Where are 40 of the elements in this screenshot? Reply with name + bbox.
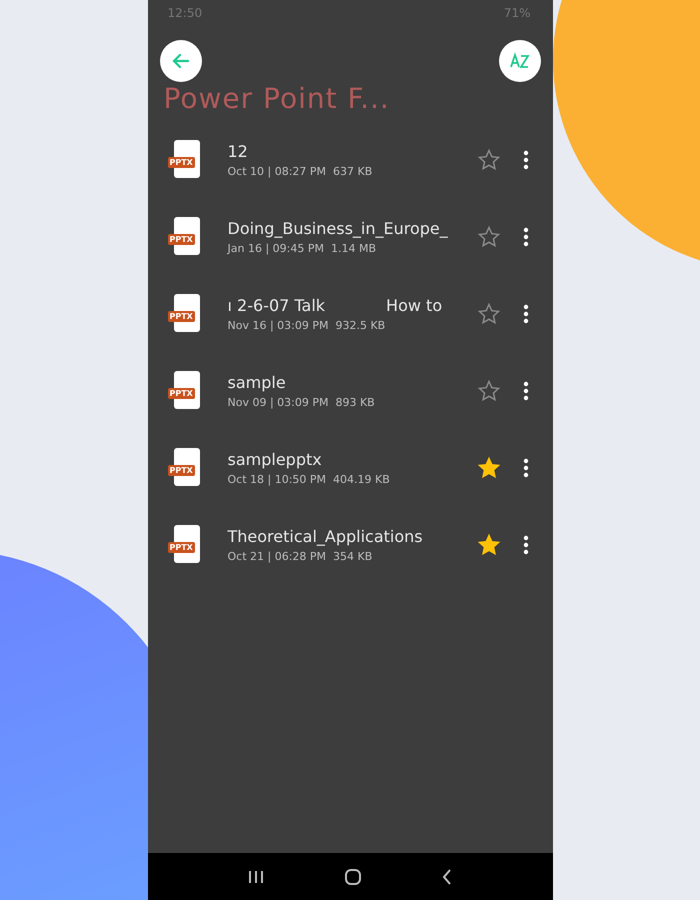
star-icon[interactable] [476, 378, 500, 402]
sort-az-icon [508, 51, 530, 71]
back-icon[interactable] [441, 868, 453, 886]
more-icon[interactable] [522, 380, 528, 400]
file-item[interactable]: PPTX 12 Oct 10 | 08:27 PM 637 KB [148, 121, 552, 198]
battery-level: 71% [504, 6, 530, 22]
file-details: Oct 21 | 06:28 PM 354 KB [228, 550, 374, 562]
sort-button[interactable] [498, 40, 540, 82]
star-icon[interactable] [476, 224, 500, 248]
file-item[interactable]: PPTX samplepptx Oct 18 | 10:50 PM 404.19 KB [148, 429, 552, 506]
star-icon[interactable] [476, 148, 500, 172]
file-details: Jan 16 | 09:45 PM 1.14 MB [228, 242, 377, 254]
more-icon[interactable] [522, 304, 528, 324]
home-icon[interactable] [344, 868, 362, 886]
star-icon[interactable] [476, 456, 500, 480]
file-item[interactable]: PPTX sample Nov 09 | 03:09 PM 893 KB [148, 352, 552, 429]
file-name: sample [228, 372, 287, 392]
file-name: Theoretical_Applications [228, 526, 424, 546]
file-name: 12 [228, 142, 249, 160]
star-icon[interactable] [476, 302, 500, 326]
file-item[interactable]: PPTX Theoretical_Applications Oct 21 | 06:28 PM 354 KB [148, 506, 552, 583]
screen-title: Power Point F... [162, 82, 391, 115]
file-details: Nov 09 | 03:09 PM 893 KB [228, 396, 376, 408]
file-details: Oct 18 | 10:50 PM 404.19 KB [228, 472, 391, 486]
file-item[interactable]: PPTX ı 2-6-07 Talk How to Nov 16 | 03:09 PM 932.5 KB [148, 275, 552, 352]
more-icon[interactable] [522, 150, 528, 170]
status-time: 12:50 [168, 6, 202, 22]
file-item[interactable]: PPTX Doing_Business_in_Europe_ Jan 16 | 09:45 PM 1.14 MB [148, 198, 552, 275]
more-icon[interactable] [522, 458, 528, 478]
file-name: samplepptx [228, 450, 323, 468]
star-icon[interactable] [476, 532, 500, 556]
more-icon[interactable] [522, 534, 528, 554]
file-details: Oct 10 | 08:27 PM 637 KB [228, 164, 374, 178]
file-details: Nov 16 | 03:09 PM 932.5 KB [228, 318, 386, 332]
back-arrow-icon [172, 52, 190, 70]
file-name: Doing_Business_in_Europe_ [228, 218, 449, 238]
back-button[interactable] [160, 40, 202, 82]
more-icon[interactable] [522, 226, 528, 246]
recent-apps-icon[interactable] [247, 868, 265, 884]
file-name: ı 2-6-07 Talk How to [228, 296, 444, 314]
